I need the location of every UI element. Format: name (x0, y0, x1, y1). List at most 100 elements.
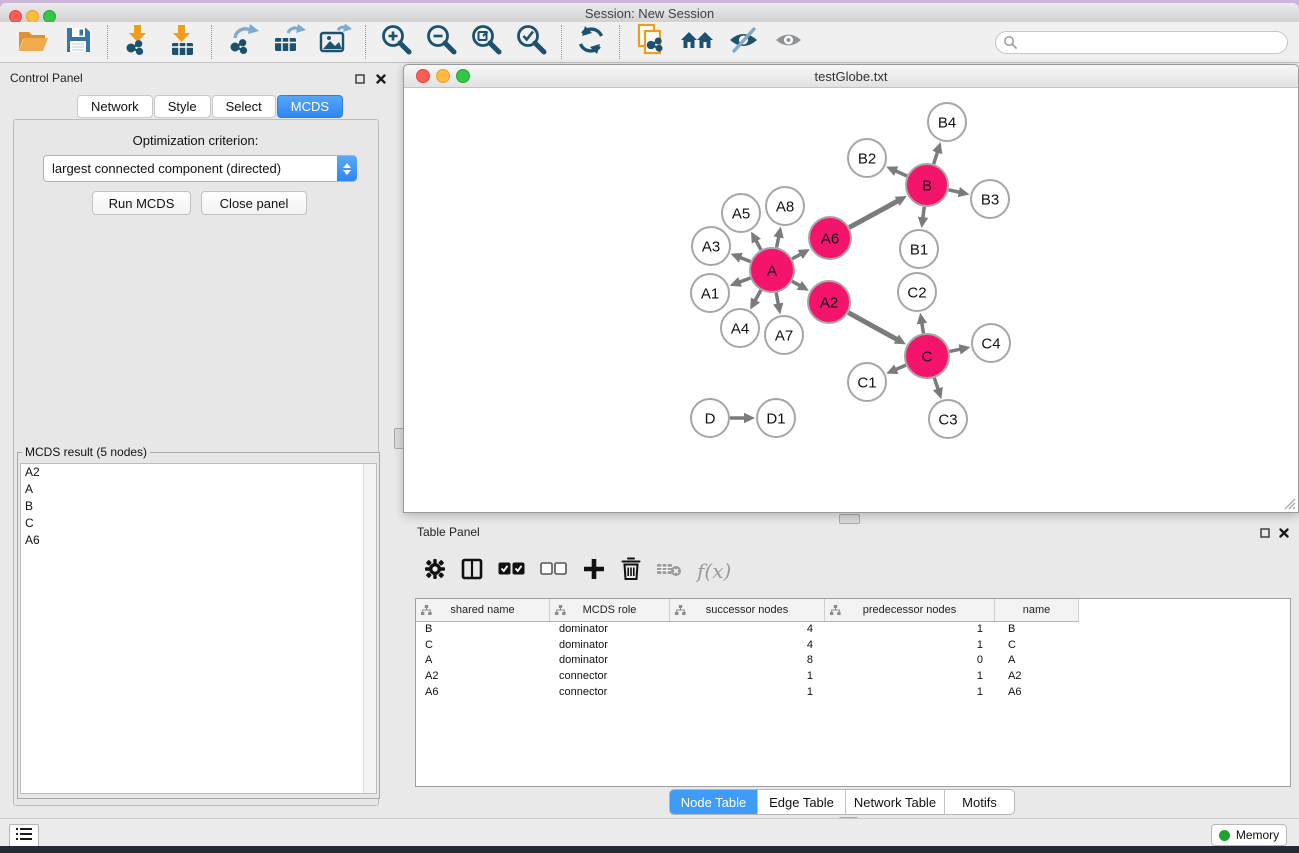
node-A6[interactable]: A6 (809, 217, 851, 259)
node-A7[interactable]: A7 (765, 316, 803, 354)
zoom-fit-button[interactable] (464, 24, 509, 60)
node-C2[interactable]: C2 (898, 273, 936, 311)
edge-A2-C[interactable] (848, 313, 898, 340)
edge-arrow-icon (774, 227, 784, 239)
column-header-name[interactable]: name (995, 599, 1079, 621)
status-bar: Memory (0, 818, 1299, 847)
svg-text:A3: A3 (702, 238, 720, 255)
search-input[interactable] (995, 31, 1288, 54)
export-table-button[interactable] (266, 24, 312, 60)
first-neighbors-button[interactable] (628, 24, 673, 60)
tab-mcds[interactable]: MCDS (277, 95, 343, 118)
table-panel-close-button[interactable] (1277, 526, 1291, 540)
result-list-item[interactable]: A (21, 481, 376, 498)
close-panel-button[interactable]: Close panel (201, 191, 307, 215)
node-A4[interactable]: A4 (721, 309, 759, 347)
hide-details-button[interactable] (721, 24, 766, 60)
edge-C-C3[interactable] (934, 378, 938, 391)
column-header-shared-name[interactable]: shared name (416, 599, 550, 621)
result-scrollbar[interactable] (363, 464, 376, 793)
node-A8[interactable]: A8 (766, 187, 804, 225)
node-B[interactable]: B (906, 164, 948, 206)
open-file-button[interactable] (10, 24, 56, 60)
table-panel-float-button[interactable] (1258, 526, 1272, 540)
tab-select[interactable]: Select (212, 95, 276, 118)
node-C3[interactable]: C3 (929, 400, 967, 438)
node-A1[interactable]: A1 (691, 274, 729, 312)
result-list-item[interactable]: A6 (21, 532, 376, 549)
table-panel-tabs: Node TableEdge TableNetwork TableMotifs (669, 789, 1015, 815)
edge-B-B4[interactable] (934, 151, 938, 164)
column-header-predecessor-nodes[interactable]: predecessor nodes (825, 599, 995, 621)
edge-arrow-icon (744, 413, 755, 423)
node-B4[interactable]: B4 (928, 103, 966, 141)
node-C4[interactable]: C4 (972, 324, 1010, 362)
control-panel-float-button[interactable] (353, 72, 367, 86)
import-network-button[interactable] (116, 24, 160, 60)
attribute-icon (421, 605, 432, 616)
node-D1[interactable]: D1 (757, 399, 795, 437)
svg-text:A5: A5 (732, 205, 750, 222)
node-B1[interactable]: B1 (900, 230, 938, 268)
table-row[interactable]: Cdominator41C (416, 637, 1290, 653)
run-mcds-button[interactable]: Run MCDS (92, 191, 191, 215)
result-list-item[interactable]: B (21, 498, 376, 515)
node-A3[interactable]: A3 (692, 227, 730, 265)
toggle-columns-button[interactable] (461, 553, 483, 589)
zoom-out-button[interactable] (419, 24, 464, 60)
node-A5[interactable]: A5 (722, 194, 760, 232)
tab-network-table[interactable]: Network Table (845, 790, 944, 814)
node-C1[interactable]: C1 (848, 363, 886, 401)
import-table-button[interactable] (160, 24, 204, 60)
deselect-all-button[interactable] (540, 553, 567, 589)
criterion-select[interactable]: largest connected component (directed) (43, 155, 357, 182)
zoom-selected-button[interactable] (509, 24, 554, 60)
node-A[interactable]: A (750, 248, 794, 292)
control-panel-close-button[interactable] (374, 72, 388, 86)
edge-A6-B[interactable] (849, 200, 899, 227)
node-B2[interactable]: B2 (848, 139, 886, 177)
deselect-all-icon (540, 562, 567, 580)
edge-arrow-icon (730, 277, 742, 287)
export-image-button[interactable] (312, 24, 358, 60)
result-list-item[interactable]: A2 (21, 464, 376, 481)
node-D[interactable]: D (691, 399, 729, 437)
table-row[interactable]: A2connector11A2 (416, 668, 1290, 684)
table-panel-title: Table Panel (417, 525, 480, 539)
network-canvas[interactable]: B4 B2 B B3 A5 A8A6 A3 A B1 A1 C2 A2 A4A7 C4 C C1 C3 D D1 (405, 88, 1297, 512)
show-details-button[interactable] (766, 24, 811, 60)
node-B3[interactable]: B3 (971, 180, 1009, 218)
table-row[interactable]: A6connector11A6 (416, 684, 1290, 700)
table-settings-button[interactable] (424, 553, 446, 589)
tab-network[interactable]: Network (77, 95, 153, 118)
memory-status-icon (1219, 830, 1230, 841)
delete-row-button[interactable] (621, 553, 641, 589)
function-builder-button[interactable]: f(x) (697, 553, 731, 589)
table-row[interactable]: Bdominator41B (416, 621, 1290, 637)
tab-motifs[interactable]: Motifs (944, 790, 1014, 814)
export-network-button[interactable] (220, 24, 266, 60)
tab-edge-table[interactable]: Edge Table (757, 790, 845, 814)
destroy-table-button[interactable] (656, 553, 682, 589)
tab-node-table[interactable]: Node Table (670, 790, 757, 814)
column-header-MCDS-role[interactable]: MCDS role (550, 599, 670, 621)
edge-B-B2[interactable] (894, 170, 907, 176)
apply-layout-button[interactable] (570, 24, 612, 60)
node-C[interactable]: C (905, 334, 949, 378)
result-list-item[interactable]: C (21, 515, 376, 532)
horizontal-divider-handle[interactable] (839, 514, 860, 524)
node-A2[interactable]: A2 (808, 281, 850, 323)
zoom-in-button[interactable] (374, 24, 419, 60)
svg-text:B3: B3 (981, 191, 999, 208)
save-session-button[interactable] (56, 24, 100, 60)
home-view-button[interactable] (673, 24, 721, 60)
tab-style[interactable]: Style (154, 95, 211, 118)
column-header-successor-nodes[interactable]: successor nodes (670, 599, 825, 621)
memory-button[interactable]: Memory (1211, 824, 1287, 846)
add-row-button[interactable] (582, 553, 606, 589)
select-all-button[interactable] (498, 553, 525, 589)
window-resize-grip[interactable] (1282, 496, 1296, 510)
svg-text:C: C (922, 348, 933, 365)
table-row[interactable]: Adominator80A (416, 652, 1290, 668)
table-settings-icon (424, 558, 446, 585)
